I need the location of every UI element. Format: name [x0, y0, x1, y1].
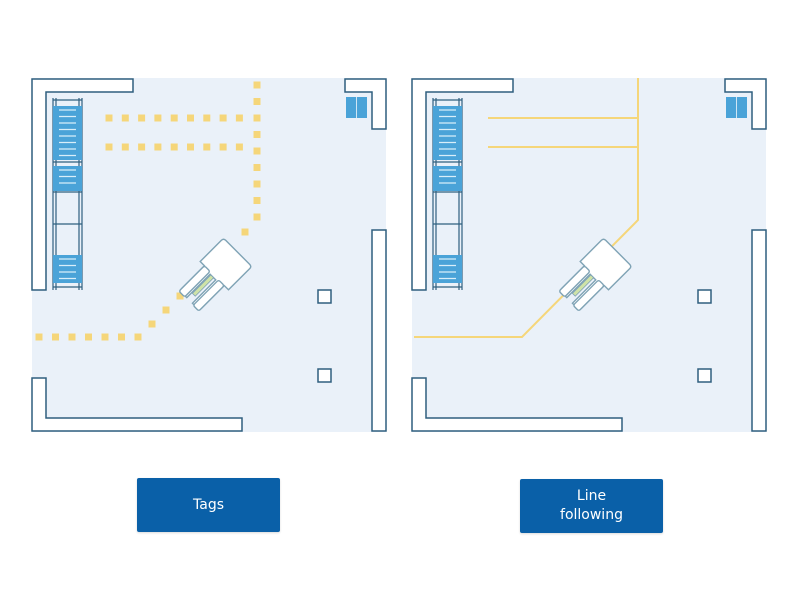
navigation-tag — [148, 320, 156, 328]
navigation-tag — [253, 81, 261, 89]
navigation-tag — [154, 143, 162, 151]
navigation-tag — [154, 114, 162, 122]
navigation-tag — [253, 147, 261, 155]
navigation-tag — [138, 114, 146, 122]
pillar — [317, 368, 332, 383]
navigation-tag — [121, 114, 129, 122]
wall-right — [751, 229, 767, 432]
line-following-button-label: Line following — [560, 488, 623, 523]
tags-button[interactable]: Tags — [137, 478, 280, 532]
navigation-tag — [253, 180, 261, 188]
tags-button-label: Tags — [193, 496, 224, 513]
line-following-button[interactable]: Line following — [520, 479, 663, 533]
navigation-tag — [105, 114, 113, 122]
tags-floorplan-drawing — [31, 78, 387, 432]
navigation-tag — [134, 333, 142, 341]
navigation-tag — [162, 306, 170, 314]
navigation-tag — [219, 143, 227, 151]
navigation-tag — [203, 114, 211, 122]
tags-floorplan — [20, 70, 390, 440]
navigation-tag — [241, 228, 249, 236]
navigation-tag — [105, 143, 113, 151]
navigation-tag — [101, 333, 109, 341]
pillar — [317, 289, 332, 304]
navigation-tag — [253, 164, 261, 171]
line-following-floorplan-drawing — [411, 78, 767, 432]
navigation-tag — [170, 114, 178, 122]
pallet — [433, 106, 462, 160]
navigation-tag — [118, 333, 125, 341]
navigation-tag — [253, 213, 261, 221]
pillar — [697, 289, 712, 304]
wall-right — [371, 229, 387, 432]
navigation-tag — [121, 143, 129, 151]
pallet — [53, 106, 82, 160]
navigation-tag — [187, 114, 194, 122]
navigation-tag — [253, 131, 261, 138]
navigation-tag — [138, 143, 146, 151]
navigation-tag — [35, 333, 43, 341]
navigation-tag — [253, 197, 261, 204]
navigation-tag — [253, 114, 261, 122]
navigation-tag — [52, 333, 59, 341]
navigation-tag — [170, 143, 178, 151]
navigation-tag — [253, 98, 261, 105]
line-following-floorplan — [400, 70, 770, 440]
navigation-tag — [235, 143, 243, 151]
navigation-tag — [85, 333, 92, 341]
navigation-tag — [219, 114, 227, 122]
navigation-tag — [187, 143, 194, 151]
navigation-tag — [203, 143, 211, 151]
pillar — [697, 368, 712, 383]
navigation-tag — [235, 114, 243, 122]
navigation-tag — [68, 333, 76, 341]
